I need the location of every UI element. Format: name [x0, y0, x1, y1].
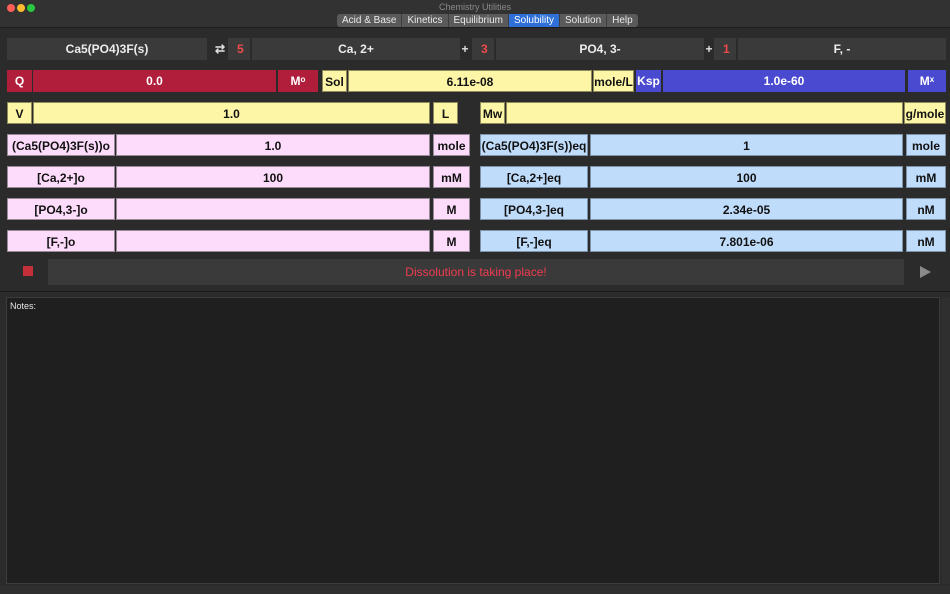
initial-f-unit: M	[433, 230, 470, 252]
notes-label: Notes:	[10, 301, 37, 311]
initial-f-label: [F,-]o	[7, 230, 115, 252]
window-title: Chemistry Utilities	[438, 2, 511, 12]
play-icon[interactable]	[920, 266, 931, 278]
initial-ca-label: [Ca,2+]o	[7, 166, 115, 188]
initial-f-field[interactable]	[116, 230, 430, 252]
initial-po4-unit: M	[433, 198, 470, 220]
section-divider	[0, 291, 950, 292]
coefficient-f[interactable]: 1	[714, 38, 736, 60]
product-po4-field[interactable]: PO4, 3-	[496, 38, 704, 60]
eq-f-unit: nM	[906, 230, 946, 252]
v-label: V	[7, 102, 32, 124]
stop-icon[interactable]	[23, 266, 33, 276]
eq-po4-label: [PO4,3-]eq	[480, 198, 588, 220]
sol-unit: mole/L	[593, 70, 634, 92]
eq-solid-label: (Ca5(PO4)3F(s))eq	[480, 134, 588, 156]
product-ca-field[interactable]: Ca, 2+	[252, 38, 460, 60]
bottom-scrollbar[interactable]	[0, 586, 950, 594]
v-unit: L	[433, 102, 458, 124]
coefficient-po4[interactable]: 3	[472, 38, 494, 60]
initial-po4-field[interactable]	[116, 198, 430, 220]
eq-solid-unit: mole	[906, 134, 946, 156]
tab-bar: Acid & Base Kinetics Equilibrium Solubil…	[337, 14, 638, 27]
mw-unit: g/mole	[904, 102, 946, 124]
status-message: Dissolution is taking place!	[48, 259, 904, 285]
tab-solution[interactable]: Solution	[560, 14, 608, 27]
vertical-scrollbar[interactable]	[942, 297, 950, 584]
eq-ca-unit: mM	[906, 166, 946, 188]
ksp-unit: Mˣ	[908, 70, 946, 92]
eq-po4-field[interactable]: 2.34e-05	[590, 198, 903, 220]
initial-po4-label: [PO4,3-]o	[7, 198, 115, 220]
product-f-field[interactable]: F, -	[738, 38, 946, 60]
initial-ca-unit: mM	[433, 166, 470, 188]
initial-solid-unit: mole	[433, 134, 470, 156]
volume-field[interactable]: 1.0	[33, 102, 430, 124]
coefficient-ca[interactable]: 5	[228, 38, 250, 60]
initial-ca-field[interactable]: 100	[116, 166, 430, 188]
eq-ca-field[interactable]: 100	[590, 166, 903, 188]
eq-solid-field[interactable]: 1	[590, 134, 903, 156]
ksp-label: Ksp	[636, 70, 661, 92]
eq-f-label: [F,-]eq	[480, 230, 588, 252]
tab-equilibrium[interactable]: Equilibrium	[449, 14, 509, 27]
q-unit: Mᵒ	[278, 70, 318, 92]
sol-label: Sol	[322, 70, 347, 92]
q-value-field[interactable]: 0.0	[33, 70, 276, 92]
eq-ca-label: [Ca,2+]eq	[480, 166, 588, 188]
tab-help[interactable]: Help	[607, 14, 638, 27]
initial-solid-field[interactable]: 1.0	[116, 134, 430, 156]
mw-field[interactable]	[506, 102, 903, 124]
tab-solubility[interactable]: Solubility	[508, 14, 560, 27]
exchange-arrow-icon: ⇄	[214, 42, 226, 56]
initial-solid-label: (Ca5(PO4)3F(s))o	[7, 134, 115, 156]
eq-f-field[interactable]: 7.801e-06	[590, 230, 903, 252]
tab-kinetics[interactable]: Kinetics	[402, 14, 449, 27]
sol-value-field[interactable]: 6.11e-08	[348, 70, 592, 92]
eq-po4-unit: nM	[906, 198, 946, 220]
notes-textarea[interactable]: Notes:	[6, 297, 940, 584]
reactant-field[interactable]: Ca5(PO4)3F(s)	[7, 38, 207, 60]
mw-label: Mw	[480, 102, 505, 124]
q-label: Q	[7, 70, 32, 92]
plus-sign: +	[461, 42, 469, 56]
ksp-value-field[interactable]: 1.0e-60	[663, 70, 905, 92]
tab-acid-base[interactable]: Acid & Base	[337, 14, 403, 27]
